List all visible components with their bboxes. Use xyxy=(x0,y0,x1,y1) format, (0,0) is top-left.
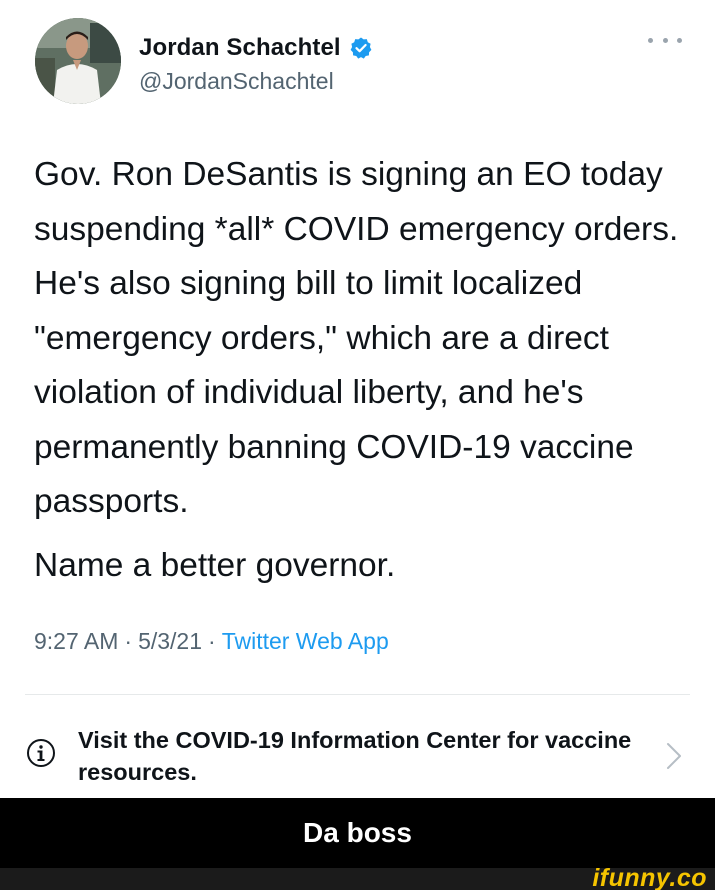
covid-info-text[interactable]: Visit the COVID-19 Information Center fo… xyxy=(78,724,638,788)
author-handle[interactable]: @JordanSchachtel xyxy=(139,68,334,95)
meta-separator: · xyxy=(124,628,133,654)
tweet-date[interactable]: 5/3/21 xyxy=(138,628,202,655)
tweet-source-link[interactable]: Twitter Web App xyxy=(222,628,389,655)
meta-separator: · xyxy=(208,628,216,654)
tweet-paragraph: Name a better governor. xyxy=(34,546,396,584)
avatar[interactable] xyxy=(35,18,121,104)
footer-bar: ifunny.co xyxy=(0,864,715,890)
tweet-time[interactable]: 9:27 AM xyxy=(34,628,118,655)
info-icon xyxy=(26,738,56,768)
profile-photo-icon xyxy=(35,18,121,104)
ifunny-watermark: ifunny.co xyxy=(592,864,707,890)
divider xyxy=(25,694,690,695)
covid-info-link[interactable]: Visit the COVID-19 Information Center fo… xyxy=(20,722,690,786)
tweet-meta: 9:27 AM · 5/3/21 · Twitter Web App xyxy=(34,628,389,655)
author-name-row[interactable]: Jordan Schachtel xyxy=(139,34,373,62)
display-name[interactable]: Jordan Schachtel xyxy=(139,34,341,62)
tweet-text: Gov. Ron DeSantis is signing an EO today… xyxy=(34,148,694,593)
tweet-paragraph: Gov. Ron DeSantis is signing an EO today… xyxy=(34,156,679,520)
chevron-right-icon xyxy=(666,742,682,770)
meme-caption-bar: Da boss xyxy=(0,798,715,868)
verified-badge-icon xyxy=(349,36,373,60)
more-horizontal-icon[interactable] xyxy=(648,30,682,50)
meme-caption: Da boss xyxy=(303,817,412,848)
tweet-card: Jordan Schachtel @JordanSchachtel Gov. R… xyxy=(0,0,715,798)
